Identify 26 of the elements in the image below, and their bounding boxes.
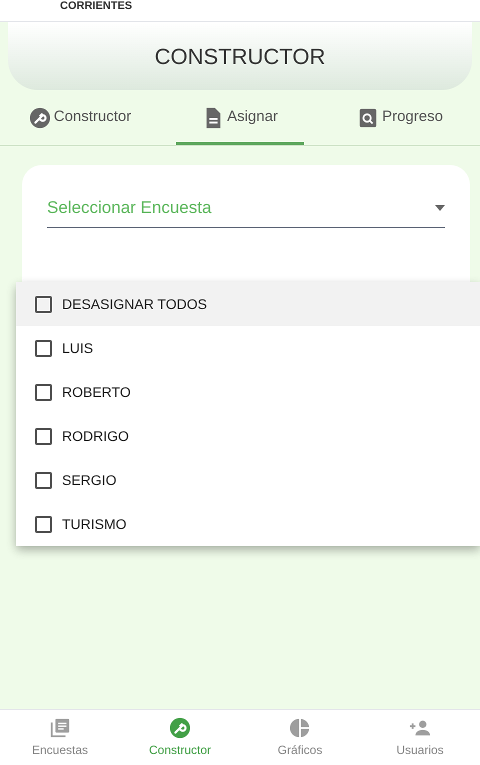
checkbox[interactable] [35, 428, 52, 444]
brand-text: CORRIENTES [60, 1, 132, 12]
checkbox[interactable] [35, 384, 52, 400]
pie-chart-icon [289, 716, 311, 738]
menu-item[interactable]: RODRIGO [16, 414, 480, 458]
wrench-icon [28, 106, 51, 128]
dropdown-caret-icon [435, 204, 445, 211]
page-title: CONSTRUCTOR [154, 42, 326, 70]
tab[interactable]: Progreso [320, 90, 480, 145]
nav-item[interactable]: Encuestas [0, 710, 120, 765]
tab[interactable]: Constructor [0, 90, 160, 145]
menu-item[interactable]: DESASIGNAR TODOS [16, 282, 480, 326]
tab[interactable]: Asignar [160, 90, 320, 145]
checkbox[interactable] [35, 516, 52, 532]
list-icon [49, 716, 71, 738]
menu-item[interactable]: LUIS [16, 326, 480, 370]
checkbox[interactable] [35, 340, 52, 356]
menu-item[interactable]: ROBERTO [16, 370, 480, 414]
menu-item[interactable]: TURISMO [16, 502, 480, 546]
wrench-icon [169, 716, 191, 738]
search-icon [357, 106, 380, 128]
checkbox[interactable] [35, 296, 52, 312]
nav-item[interactable]: Gráficos [240, 710, 360, 765]
menu-item[interactable]: SERGIO [16, 458, 480, 502]
checkbox[interactable] [35, 472, 52, 488]
nav-item[interactable]: Usuarios [360, 710, 480, 765]
